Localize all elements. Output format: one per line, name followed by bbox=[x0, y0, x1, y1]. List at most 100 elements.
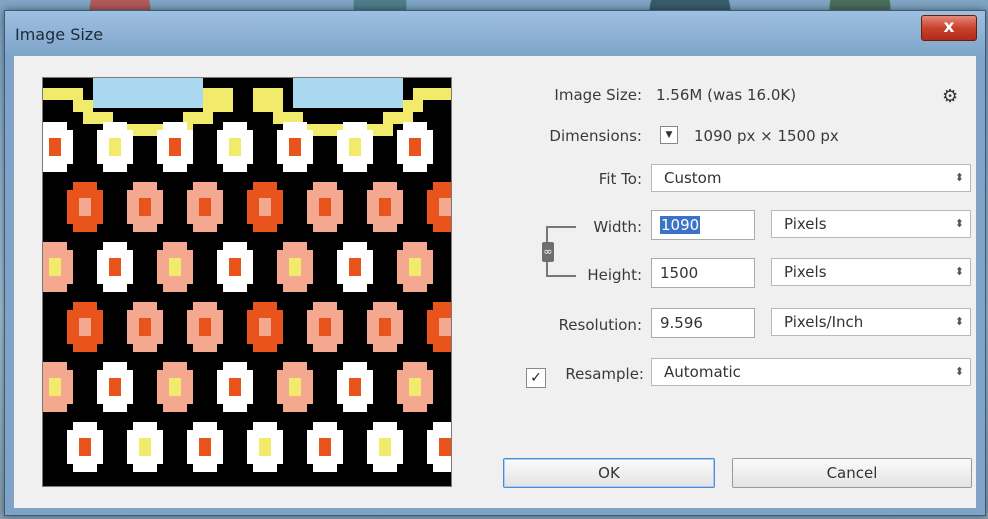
height-label: Height: bbox=[587, 266, 642, 284]
diamond-center bbox=[439, 198, 451, 216]
diamond-center bbox=[349, 138, 361, 156]
diamond-bottom bbox=[313, 464, 337, 472]
width-unit-select[interactable]: Pixels ⬍ bbox=[771, 210, 971, 238]
title-bar[interactable]: Image Size x bbox=[5, 11, 985, 55]
diamond-bottom bbox=[283, 404, 307, 412]
diamond-center bbox=[109, 258, 121, 276]
fit-to-label: Fit To: bbox=[598, 170, 642, 188]
diamond-top bbox=[103, 242, 127, 250]
diamond-top bbox=[193, 302, 217, 310]
diamond-top bbox=[313, 182, 337, 190]
yellow-band bbox=[43, 88, 83, 100]
diamond-top bbox=[253, 182, 277, 190]
diamond-bottom bbox=[433, 464, 451, 472]
diamond-center bbox=[289, 378, 301, 396]
width-unit-value: Pixels bbox=[784, 215, 827, 233]
diamond-center bbox=[259, 198, 271, 216]
diamond-bottom bbox=[193, 344, 217, 352]
close-button[interactable]: x bbox=[921, 15, 977, 41]
cancel-button[interactable]: Cancel bbox=[732, 458, 972, 488]
diamond-top bbox=[343, 122, 367, 130]
resolution-unit-select[interactable]: Pixels/Inch ⬍ bbox=[771, 308, 971, 336]
width-value: 1090 bbox=[660, 216, 701, 234]
diamond-center bbox=[409, 258, 421, 276]
diamond-top bbox=[433, 422, 451, 430]
diamond-center bbox=[139, 198, 151, 216]
diamond-top bbox=[163, 242, 187, 250]
diamond-bottom bbox=[373, 224, 397, 232]
diamond-top bbox=[373, 302, 397, 310]
diamond-center bbox=[169, 378, 181, 396]
yellow-band bbox=[413, 88, 451, 100]
diamond-bottom bbox=[103, 284, 127, 292]
diamond-top bbox=[133, 182, 157, 190]
diamond-center bbox=[379, 198, 391, 216]
diamond-center bbox=[259, 318, 271, 336]
gear-icon[interactable]: ⚙ bbox=[942, 86, 958, 107]
diamond-top bbox=[193, 422, 217, 430]
diamond-top bbox=[283, 362, 307, 370]
sky-arch bbox=[93, 78, 203, 108]
diamond-top bbox=[73, 422, 97, 430]
diamond-bottom bbox=[73, 464, 97, 472]
image-size-dialog: Image Size x Image Size: 1.56M (was 16.0… bbox=[4, 10, 986, 516]
dialog-title: Image Size bbox=[15, 25, 104, 44]
diamond-top bbox=[373, 182, 397, 190]
diamond-top bbox=[43, 122, 67, 130]
width-field[interactable]: 1090 bbox=[651, 210, 755, 240]
diamond-center bbox=[49, 138, 61, 156]
diamond-top bbox=[343, 242, 367, 250]
diamond-top bbox=[403, 122, 427, 130]
diamond-center bbox=[319, 318, 331, 336]
diamond-center bbox=[109, 378, 121, 396]
diamond-top bbox=[403, 362, 427, 370]
ok-button[interactable]: OK bbox=[503, 458, 715, 488]
diamond-top bbox=[283, 242, 307, 250]
diamond-top bbox=[373, 422, 397, 430]
chevron-down-icon[interactable]: ▼ bbox=[660, 126, 678, 144]
diamond-bottom bbox=[403, 164, 427, 172]
height-field[interactable]: 1500 bbox=[651, 258, 755, 288]
diamond-bottom bbox=[283, 284, 307, 292]
yellow-band bbox=[183, 112, 213, 124]
height-unit-select[interactable]: Pixels ⬍ bbox=[771, 258, 971, 286]
diamond-bottom bbox=[343, 404, 367, 412]
diamond-center bbox=[229, 378, 241, 396]
diamond-bottom bbox=[43, 404, 67, 412]
height-value: 1500 bbox=[660, 264, 699, 282]
diamond-bottom bbox=[373, 344, 397, 352]
resolution-value: 9.596 bbox=[660, 314, 703, 332]
diamond-top bbox=[163, 122, 187, 130]
diamond-bottom bbox=[163, 164, 187, 172]
diamond-center bbox=[229, 258, 241, 276]
updown-arrow-icon: ⬍ bbox=[954, 217, 964, 230]
resolution-unit-value: Pixels/Inch bbox=[784, 313, 864, 331]
diamond-bottom bbox=[223, 164, 247, 172]
chain-link-icon[interactable]: ∞ bbox=[542, 242, 554, 262]
diamond-top bbox=[103, 362, 127, 370]
diamond-bottom bbox=[373, 464, 397, 472]
link-bracket-top bbox=[546, 226, 548, 242]
diamond-top bbox=[223, 362, 247, 370]
resolution-field[interactable]: 9.596 bbox=[651, 308, 755, 338]
diamond-top bbox=[253, 302, 277, 310]
resample-select[interactable]: Automatic ⬍ bbox=[651, 358, 971, 386]
diamond-top bbox=[163, 362, 187, 370]
diamond-bottom bbox=[343, 164, 367, 172]
diamond-center bbox=[319, 198, 331, 216]
resample-label: Resample: bbox=[565, 365, 644, 383]
updown-arrow-icon: ⬍ bbox=[954, 265, 964, 278]
pattern-image bbox=[43, 78, 451, 486]
updown-arrow-icon: ⬍ bbox=[954, 315, 964, 328]
diamond-bottom bbox=[223, 284, 247, 292]
image-size-value: 1.56M (was 16.0K) bbox=[656, 86, 797, 104]
sky-arch bbox=[293, 78, 403, 108]
diamond-bottom bbox=[73, 224, 97, 232]
diamond-center bbox=[139, 318, 151, 336]
resample-checkbox[interactable]: ✓ bbox=[526, 368, 546, 388]
yellow-band bbox=[203, 88, 233, 112]
diamond-bottom bbox=[163, 404, 187, 412]
image-preview[interactable] bbox=[42, 77, 452, 487]
fit-to-select[interactable]: Custom ⬍ bbox=[651, 164, 971, 192]
diamond-top bbox=[133, 302, 157, 310]
